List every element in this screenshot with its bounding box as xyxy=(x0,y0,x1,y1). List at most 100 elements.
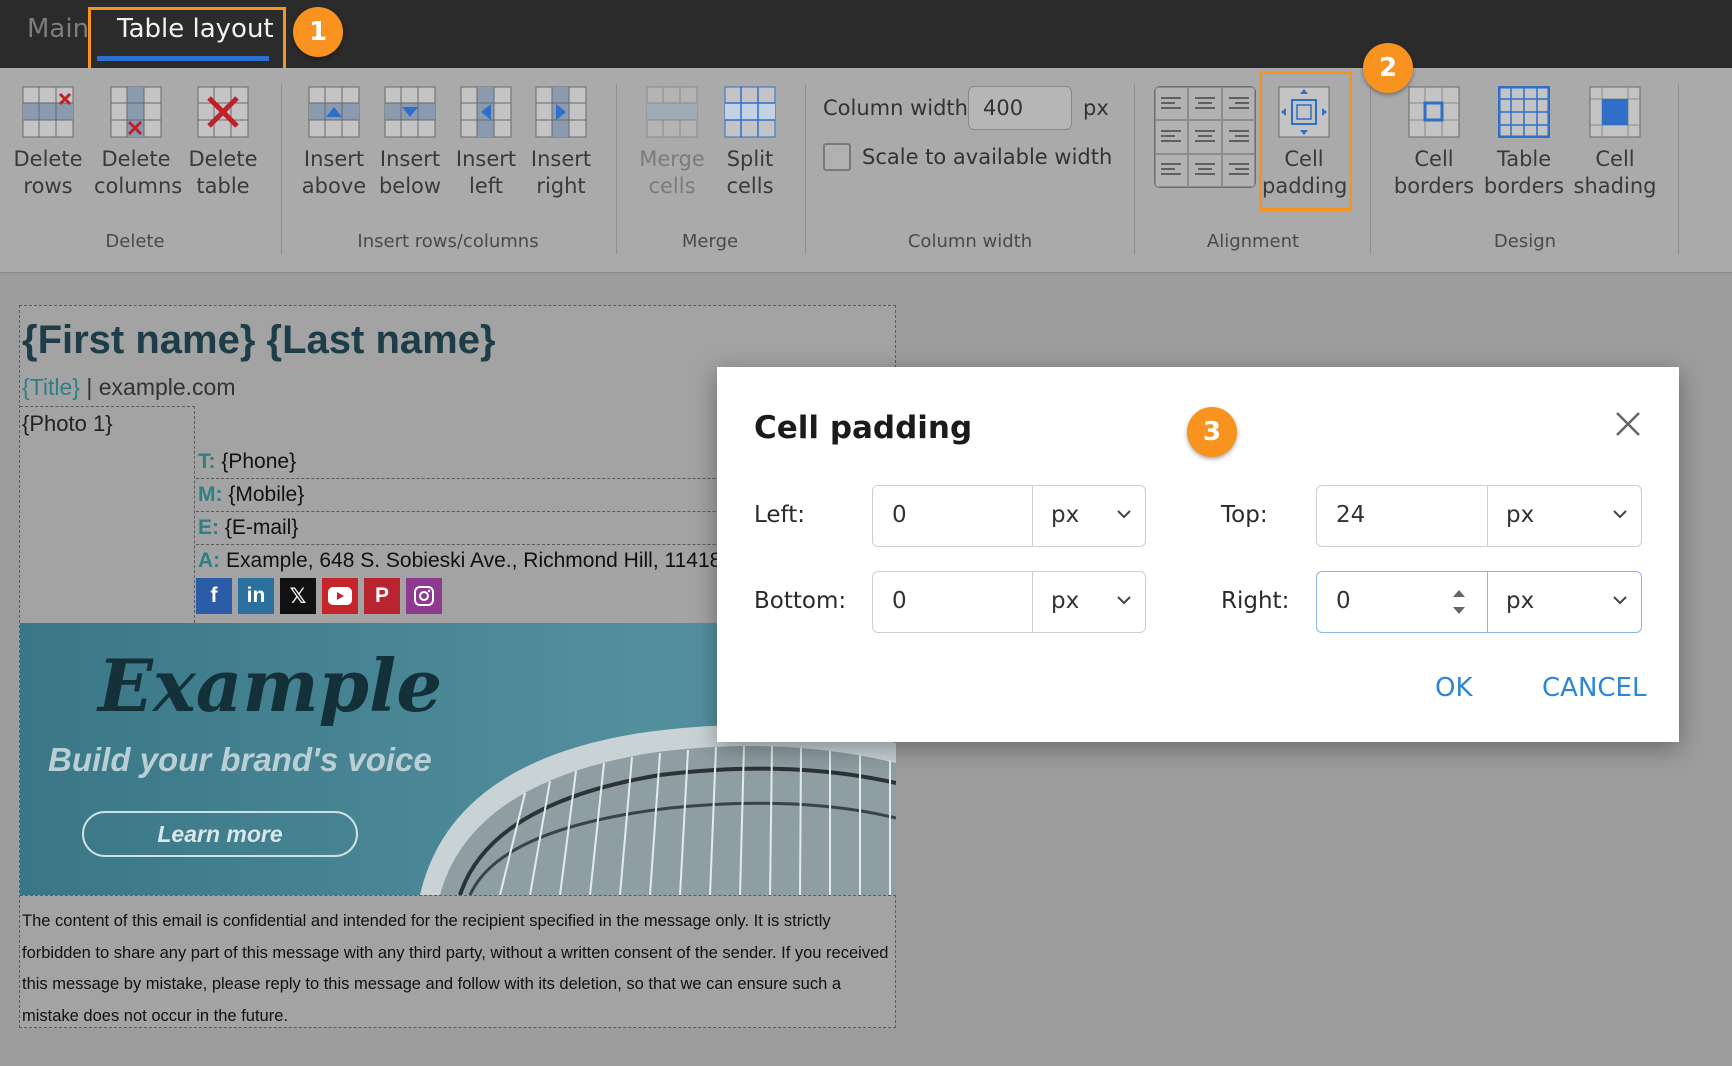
delete-table-button[interactable]: Delete table xyxy=(187,86,259,200)
highlight-cell-padding-button xyxy=(1259,71,1352,211)
top-input[interactable]: 24 xyxy=(1317,486,1488,546)
right-unit-select[interactable]: px xyxy=(1488,572,1641,632)
delete-columns-label: Delete columns xyxy=(94,147,183,198)
align-bottom-right-button[interactable] xyxy=(1221,153,1255,187)
info-key: T: xyxy=(198,450,216,473)
align-middle-center-button[interactable] xyxy=(1188,120,1222,154)
bottom-label: Bottom: xyxy=(754,588,847,614)
youtube-play-icon xyxy=(328,587,352,605)
cancel-button[interactable]: CANCEL xyxy=(1542,673,1646,703)
top-unit-select[interactable]: px xyxy=(1488,486,1641,546)
insert-above-button[interactable]: Insert above xyxy=(298,86,370,200)
pinterest-icon[interactable]: P xyxy=(364,578,400,614)
left-unit-select[interactable]: px xyxy=(1033,486,1145,546)
insert-above-icon xyxy=(308,86,360,138)
insert-left-label: Insert left xyxy=(455,147,517,198)
ribbon-separator xyxy=(616,84,617,254)
ok-button[interactable]: OK xyxy=(1435,673,1473,703)
instagram-icon[interactable] xyxy=(406,578,442,614)
align-center-icon xyxy=(1194,96,1215,109)
info-key: A: xyxy=(198,549,221,572)
delete-columns-button[interactable]: Delete columns xyxy=(94,86,183,200)
spinner-arrows-icon[interactable] xyxy=(1451,587,1467,617)
ribbon-separator xyxy=(1678,84,1679,254)
right-input-value: 0 xyxy=(1336,588,1351,614)
split-cells-button[interactable]: Split cells xyxy=(714,86,786,200)
learn-more-button[interactable]: Learn more xyxy=(82,811,358,857)
cell-shading-button[interactable]: Cell shading xyxy=(1573,86,1657,200)
align-bottom-left-button[interactable] xyxy=(1155,153,1189,187)
column-width-label: Column width: xyxy=(823,96,976,120)
info-value: {Mobile} xyxy=(222,483,305,506)
scale-to-width-label: Scale to available width xyxy=(862,145,1113,169)
column-width-input[interactable]: 400 xyxy=(968,86,1072,130)
group-label-merge: Merge xyxy=(681,231,739,252)
scale-to-width-checkbox[interactable] xyxy=(823,143,851,171)
info-value: {E-mail} xyxy=(219,516,299,539)
right-field: 0 px xyxy=(1316,571,1642,633)
insert-right-button[interactable]: Insert right xyxy=(525,86,597,200)
align-bottom-center-button[interactable] xyxy=(1188,153,1222,187)
align-middle-right-button[interactable] xyxy=(1221,120,1255,154)
delete-rows-button[interactable]: Delete rows xyxy=(12,86,84,200)
align-middle-left-button[interactable] xyxy=(1155,120,1189,154)
insert-right-icon xyxy=(535,86,587,138)
merge-cells-button[interactable]: Merge cells xyxy=(636,86,708,200)
align-top-center-button[interactable] xyxy=(1188,87,1222,121)
insert-left-button[interactable]: Insert left xyxy=(450,86,522,200)
x-icon[interactable]: 𝕏 xyxy=(280,578,316,614)
instagram-glyph-icon xyxy=(414,586,434,606)
youtube-icon[interactable] xyxy=(322,578,358,614)
cell-shading-label: Cell shading xyxy=(1573,147,1657,198)
delete-table-label: Delete table xyxy=(188,147,258,198)
ribbon-separator xyxy=(281,84,282,254)
align-top-right-button[interactable] xyxy=(1221,87,1255,121)
table-borders-label: Table borders xyxy=(1483,147,1565,198)
insert-below-button[interactable]: Insert below xyxy=(374,86,446,200)
left-field: 0 px xyxy=(872,485,1146,547)
ribbon-separator xyxy=(805,84,806,254)
delete-rows-label: Delete rows xyxy=(13,147,83,198)
signature-separator: | xyxy=(79,374,99,400)
insert-below-icon xyxy=(384,86,436,138)
highlight-table-layout-tab xyxy=(88,7,286,74)
cell-borders-button[interactable]: Cell borders xyxy=(1392,86,1476,200)
chevron-down-icon xyxy=(1613,596,1627,605)
signature-website: example.com xyxy=(98,374,236,400)
group-label-alignment: Alignment xyxy=(1206,231,1300,252)
photo-cell[interactable]: {Photo 1} xyxy=(20,406,195,623)
right-input[interactable]: 0 xyxy=(1317,572,1488,632)
insert-below-label: Insert below xyxy=(378,147,442,198)
align-left-icon xyxy=(1160,96,1181,109)
bottom-input[interactable]: 0 xyxy=(873,572,1033,632)
bottom-field: 0 px xyxy=(872,571,1146,633)
table-borders-button[interactable]: Table borders xyxy=(1482,86,1566,200)
left-label: Left: xyxy=(754,502,806,528)
split-cells-label: Split cells xyxy=(726,147,774,198)
facebook-icon[interactable]: f xyxy=(196,578,232,614)
insert-right-label: Insert right xyxy=(530,147,592,198)
left-unit-value: px xyxy=(1051,502,1080,528)
cell-borders-icon xyxy=(1408,86,1460,138)
group-label-design: Design xyxy=(1493,231,1557,252)
dialog-title: Cell padding xyxy=(754,410,973,446)
delete-rows-icon xyxy=(22,86,74,138)
delete-columns-icon xyxy=(110,86,162,138)
align-center-icon xyxy=(1194,163,1215,176)
align-right-icon xyxy=(1229,130,1250,142)
left-input[interactable]: 0 xyxy=(873,486,1033,546)
close-button[interactable] xyxy=(1613,409,1643,439)
photo-placeholder: {Photo 1} xyxy=(22,411,113,436)
info-value: {Phone} xyxy=(215,450,297,473)
cell-shading-icon xyxy=(1589,86,1641,138)
step-badge-2: 2 xyxy=(1363,43,1413,93)
merge-cells-icon xyxy=(646,86,698,138)
align-top-left-button[interactable] xyxy=(1155,87,1189,121)
tab-main[interactable]: Main xyxy=(27,14,89,44)
bottom-unit-select[interactable]: px xyxy=(1033,572,1145,632)
banner-tagline: Build your brand's voice xyxy=(48,741,432,778)
delete-table-icon xyxy=(197,86,249,138)
align-center-icon xyxy=(1194,130,1215,142)
group-label-insert: Insert rows/columns xyxy=(357,231,539,252)
linkedin-icon[interactable]: in xyxy=(238,578,274,614)
